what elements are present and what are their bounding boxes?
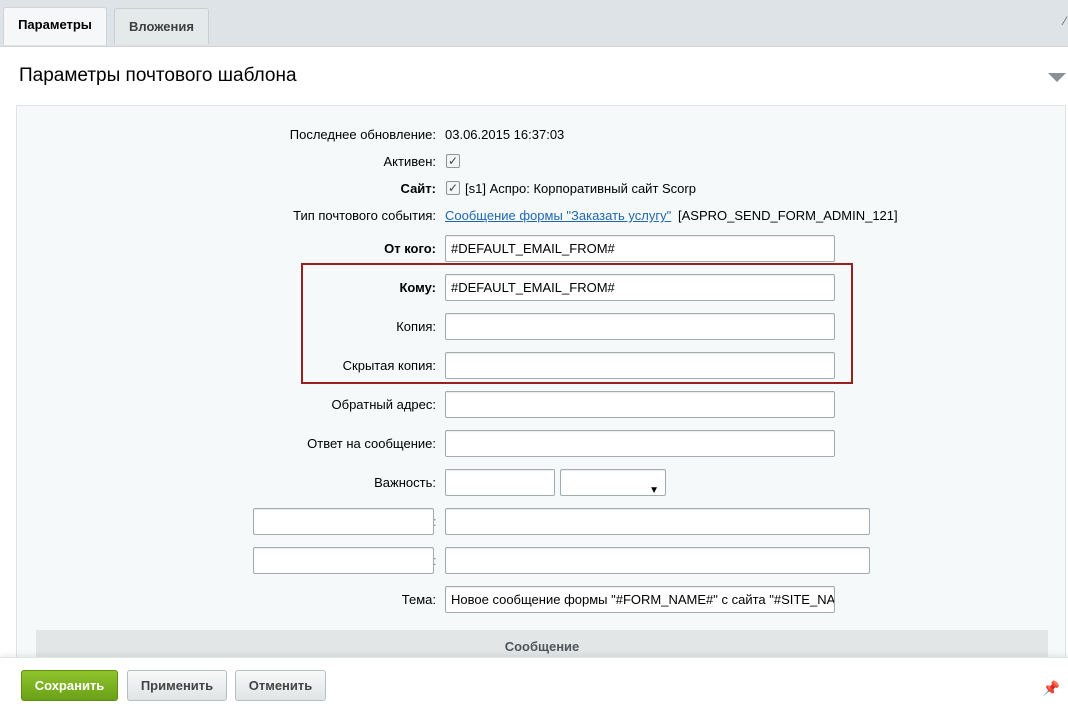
active-checkbox[interactable]: ✓ [446,154,460,168]
header-separator: : [433,514,437,529]
bcc-label: Скрытая копия: [342,358,436,373]
from-label: От кого: [384,241,436,256]
reply-to-label: Ответ на сообщение: [307,436,436,451]
cc-label: Копия: [396,319,436,334]
custom-header-name-2[interactable] [253,547,434,574]
save-button[interactable]: Сохранить [21,670,118,701]
priority-label: Важность: [374,475,436,490]
last-update-label: Последнее обновление: [289,127,436,142]
tab-bar: Параметры Вложения ⁄ [0,0,1068,46]
custom-header-value-2[interactable] [445,547,870,574]
pin-icon[interactable]: 📌 [1043,680,1060,697]
corner-resize-icon[interactable]: ⁄ [1064,14,1066,28]
event-type-code: [ASPRO_SEND_FORM_ADMIN_121] [678,208,898,223]
action-bar: Сохранить Применить Отменить 📌 [0,657,1068,706]
to-input[interactable]: #DEFAULT_EMAIL_FROM# [445,274,835,301]
bcc-input[interactable] [445,352,835,379]
reply-address-label: Обратный адрес: [331,397,436,412]
custom-header-value-1[interactable] [445,508,870,535]
chevron-down-icon: ▼ [649,485,659,496]
reply-address-input[interactable] [445,391,835,418]
priority-input[interactable] [445,469,555,496]
last-update-value: 03.06.2015 16:37:03 [445,127,565,142]
event-type-label: Тип почтового события: [293,208,436,223]
site-label: Сайт: [400,181,436,196]
custom-header-name-1[interactable] [253,508,434,535]
collapse-triangle-icon[interactable] [1048,73,1066,82]
from-input[interactable]: #DEFAULT_EMAIL_FROM# [445,235,835,262]
active-label: Активен: [383,154,436,169]
priority-select[interactable]: ▼ [560,469,666,496]
cc-input[interactable] [445,313,835,340]
cancel-button[interactable]: Отменить [235,670,326,701]
event-type-link[interactable]: Сообщение формы "Заказать услугу" [445,208,671,223]
subject-input[interactable]: Новое сообщение формы "#FORM_NAME#" с са… [445,586,835,613]
site-checkbox[interactable]: ✓ [446,181,460,195]
page-title: Параметры почтового шаблона [19,65,297,86]
message-section-header: Сообщение [36,630,1048,660]
reply-to-input[interactable] [445,430,835,457]
site-value: [s1] Аспро: Корпоративный сайт Scorp [465,181,696,196]
tab-attachments[interactable]: Вложения [114,8,209,44]
to-label: Кому: [399,280,436,295]
header-separator: : [433,553,437,568]
tab-parameters[interactable]: Параметры [3,7,107,45]
subject-label: Тема: [401,592,436,607]
apply-button[interactable]: Применить [127,670,227,701]
